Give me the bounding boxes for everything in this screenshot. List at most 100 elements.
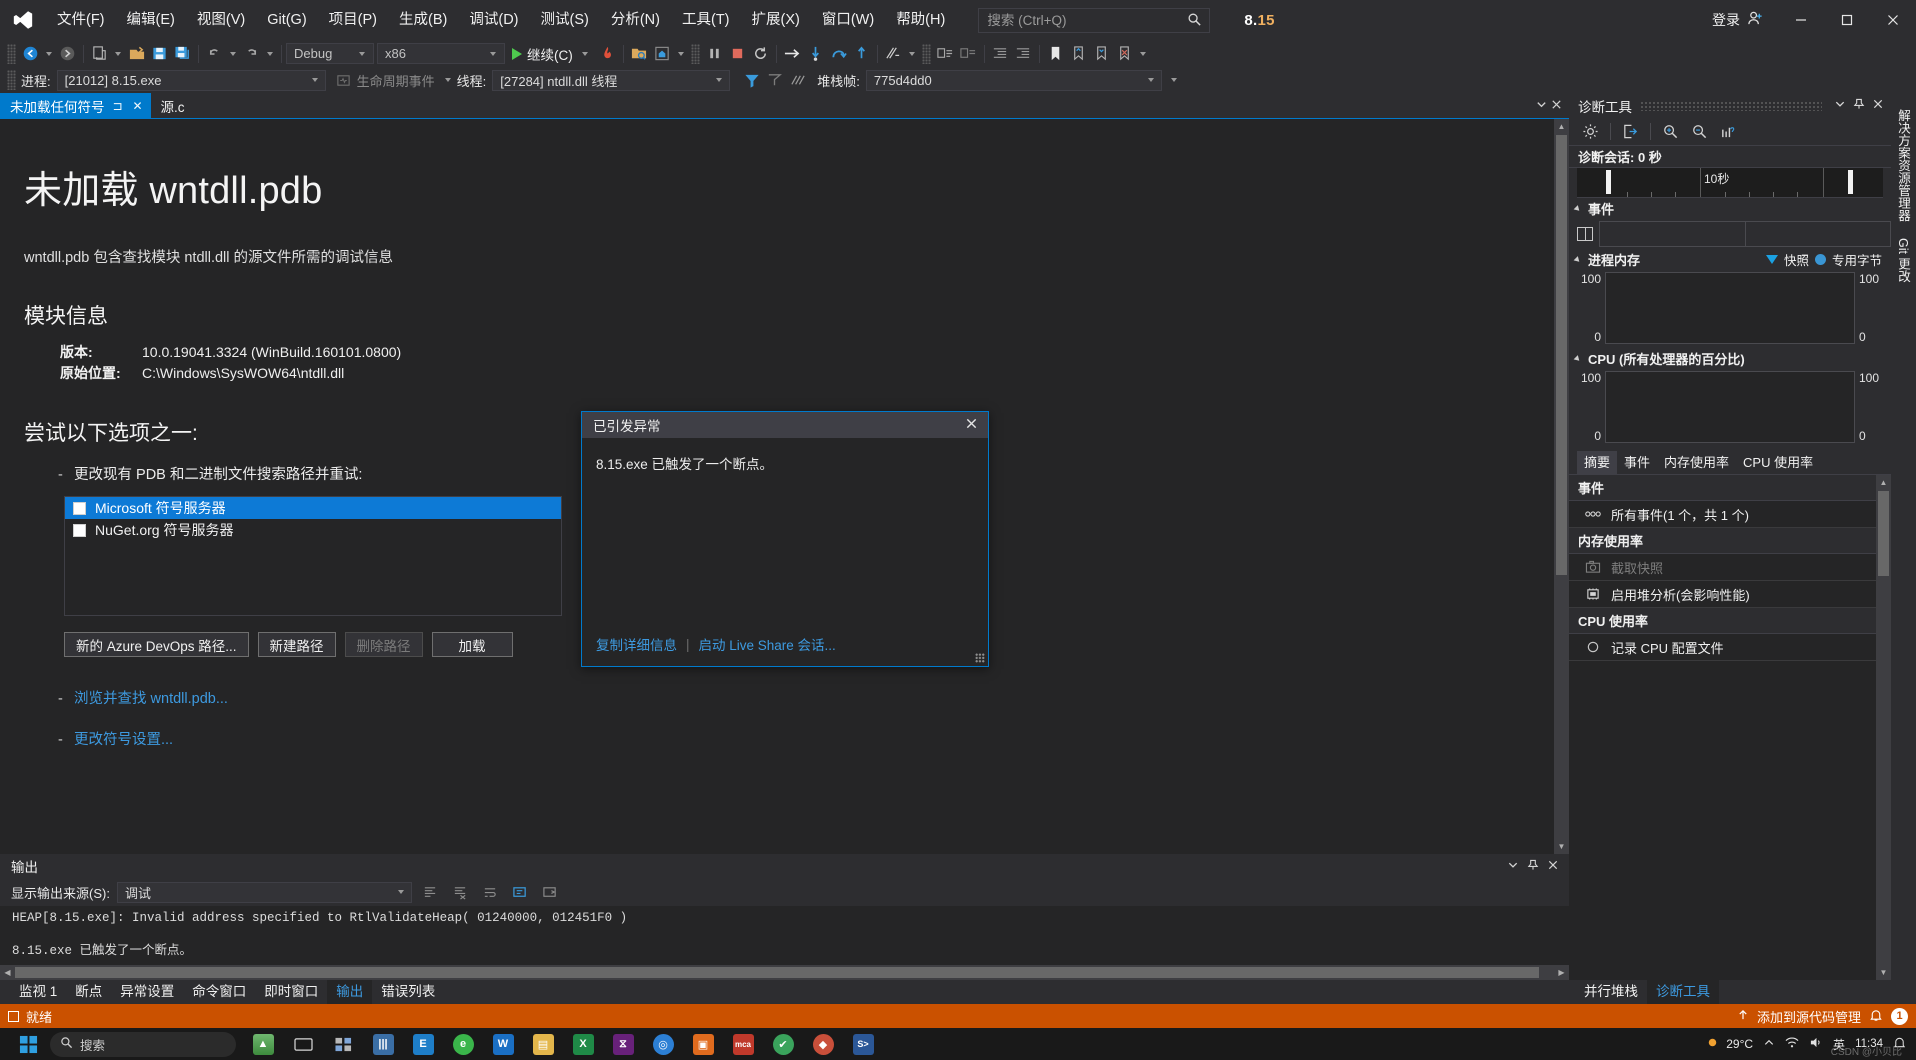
- diagnostic-timeline[interactable]: 10秒: [1577, 168, 1883, 198]
- new-item-dropdown[interactable]: [115, 51, 121, 56]
- bookmark-next-icon[interactable]: [1090, 42, 1113, 65]
- mcafee-icon[interactable]: mca: [724, 1028, 762, 1060]
- pinned-app-icon-1[interactable]: ▲: [244, 1028, 282, 1060]
- windows-start-icon[interactable]: [8, 1028, 48, 1060]
- tab-command-window[interactable]: 命令窗口: [183, 980, 255, 1004]
- uncomment-icon[interactable]: [957, 42, 980, 65]
- threads-icon[interactable]: [786, 69, 809, 92]
- start-live-share-session-link[interactable]: 启动 Live Share 会话...: [699, 634, 836, 654]
- search-input[interactable]: [985, 11, 1188, 29]
- bell-icon[interactable]: [1869, 1008, 1883, 1025]
- output-horizontal-scrollbar[interactable]: ◀ ▶: [0, 965, 1569, 980]
- diag-tab-memory-usage[interactable]: 内存使用率: [1657, 451, 1736, 474]
- terminal-icon[interactable]: S>: [844, 1028, 882, 1060]
- summary-scroll-down-icon[interactable]: ▼: [1876, 965, 1891, 980]
- navigate-forward-icon[interactable]: [56, 42, 79, 65]
- symbol-server-microsoft[interactable]: Microsoft 符号服务器: [65, 497, 561, 519]
- document-vertical-scrollbar[interactable]: ▲ ▼: [1554, 119, 1569, 854]
- lifecycle-chevron-icon[interactable]: [444, 78, 451, 82]
- bookmark-dropdown[interactable]: [1139, 51, 1146, 56]
- menu-item-view[interactable]: 视图(V): [186, 0, 256, 40]
- summary-item-all-events[interactable]: 所有事件(1 个，共 1 个): [1569, 501, 1876, 528]
- navigate-back-icon[interactable]: [19, 42, 42, 65]
- minimize-button[interactable]: [1778, 0, 1824, 40]
- chevron-down-icon[interactable]: [1830, 98, 1849, 113]
- hscroll-track[interactable]: [15, 965, 1554, 980]
- tab-breakpoints[interactable]: 断点: [66, 980, 111, 1004]
- diag-tab-events[interactable]: 事件: [1617, 451, 1657, 474]
- maximize-button[interactable]: [1824, 0, 1870, 40]
- summary-item-record-cpu-profile[interactable]: 记录 CPU 配置文件: [1569, 634, 1876, 661]
- toggle-output-icon[interactable]: [539, 881, 562, 904]
- network-icon[interactable]: [1785, 1036, 1799, 1052]
- vs-icon[interactable]: ⧖: [604, 1028, 642, 1060]
- task-view-icon[interactable]: [284, 1028, 322, 1060]
- menu-item-edit[interactable]: 编辑(E): [116, 0, 186, 40]
- close-document-icon[interactable]: [1550, 98, 1563, 114]
- lifecycle-events-icon[interactable]: [332, 69, 355, 92]
- navigate-back-dropdown[interactable]: [46, 51, 52, 56]
- settings-icon[interactable]: [1577, 120, 1604, 144]
- drag-handle[interactable]: [1640, 100, 1822, 111]
- checkbox-microsoft-symbol-server[interactable]: [73, 501, 86, 515]
- menu-item-debug[interactable]: 调试(D): [458, 0, 529, 40]
- memory-plot-area[interactable]: [1605, 272, 1855, 344]
- tab-source-c[interactable]: 源.c: [150, 93, 191, 118]
- scroll-thumb[interactable]: [1556, 135, 1567, 575]
- process-combo[interactable]: [21012] 8.15.exe: [56, 69, 326, 91]
- tab-list-chevron-icon[interactable]: [1535, 98, 1548, 114]
- toolbar-grip-3[interactable]: [921, 43, 931, 64]
- solution-configuration-combo[interactable]: Debug: [286, 43, 374, 64]
- menu-item-project[interactable]: 项目(P): [318, 0, 388, 40]
- browse-and-find-link[interactable]: 浏览并查找 wntdll.pdb...: [74, 691, 228, 707]
- widgets-icon[interactable]: [324, 1028, 362, 1060]
- pause-icon[interactable]: [703, 42, 726, 65]
- scroll-right-icon[interactable]: ▶: [1554, 968, 1569, 977]
- sign-in-button[interactable]: 登录: [1698, 10, 1778, 30]
- close-icon[interactable]: [960, 417, 982, 434]
- tab-parallel-stacks[interactable]: 并行堆栈: [1575, 980, 1647, 1004]
- pin-icon[interactable]: [1849, 98, 1868, 113]
- summary-item-take-snapshot[interactable]: 截取快照: [1569, 554, 1876, 581]
- pin-icon[interactable]: [1527, 859, 1539, 874]
- indent-icon[interactable]: [1012, 42, 1035, 65]
- redo-icon[interactable]: [240, 42, 263, 65]
- tab-error-list[interactable]: 错误列表: [372, 980, 444, 1004]
- reset-view-icon[interactable]: [1715, 120, 1742, 144]
- step-out-icon[interactable]: [850, 42, 873, 65]
- export-icon[interactable]: [1617, 120, 1644, 144]
- menu-item-file[interactable]: 文件(F): [46, 0, 116, 40]
- open-file-icon[interactable]: [125, 42, 148, 65]
- tab-watch-1[interactable]: 监视 1: [10, 980, 66, 1004]
- filter-icon[interactable]: [740, 69, 763, 92]
- cpu-section-header[interactable]: CPU (所有处理器的百分比): [1569, 348, 1891, 369]
- compare-icon[interactable]: [882, 42, 905, 65]
- scroll-up-icon[interactable]: ▲: [1554, 119, 1569, 134]
- tab-diagnostic-tools[interactable]: 诊断工具: [1647, 980, 1719, 1004]
- notification-count-badge[interactable]: 1: [1891, 1007, 1908, 1025]
- tray-chevron-up-icon[interactable]: [1763, 1037, 1775, 1052]
- scroll-left-icon[interactable]: ◀: [0, 968, 15, 977]
- taskbar-search[interactable]: 搜索: [50, 1031, 236, 1057]
- edge-icon[interactable]: e: [444, 1028, 482, 1060]
- load-button[interactable]: 加载: [431, 632, 513, 657]
- show-next-statement-icon[interactable]: [781, 42, 804, 65]
- output-text-area-2[interactable]: 8.15.exe 已触发了一个断点。: [0, 943, 1569, 965]
- menu-item-test[interactable]: 测试(S): [530, 0, 600, 40]
- redo-dropdown[interactable]: [267, 51, 273, 56]
- diag-tab-summary[interactable]: 摘要: [1577, 451, 1618, 474]
- chrome-icon[interactable]: ◎: [644, 1028, 682, 1060]
- summary-item-enable-heap-profiling[interactable]: 启用堆分析(会影响性能): [1569, 581, 1876, 608]
- memory-section-header[interactable]: 进程内存 快照 专用字节: [1569, 249, 1891, 270]
- tab-immediate-window[interactable]: 即时窗口: [255, 980, 327, 1004]
- thread-combo[interactable]: [27284] ntdll.dll 线程: [492, 69, 731, 91]
- bookmark-icon[interactable]: [1044, 42, 1067, 65]
- dock-tab-git-changes[interactable]: Git 更改: [1891, 230, 1916, 290]
- events-lane[interactable]: [1599, 221, 1891, 247]
- scroll-down-icon[interactable]: ▼: [1554, 839, 1569, 854]
- chevron-down-icon[interactable]: [1507, 859, 1519, 874]
- new-item-icon[interactable]: [88, 42, 111, 65]
- attach-to-process-icon[interactable]: [628, 42, 651, 65]
- pinned-app-icon-3[interactable]: W: [484, 1028, 522, 1060]
- bookmark-prev-icon[interactable]: [1067, 42, 1090, 65]
